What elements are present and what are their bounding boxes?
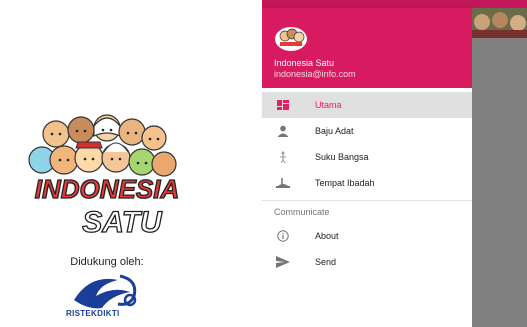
- menu-item-label: About: [315, 231, 339, 241]
- menu-item-suku-bangsa[interactable]: Suku Bangsa: [262, 144, 472, 170]
- avatar[interactable]: [274, 22, 308, 52]
- menu-item-label: Baju Adat: [315, 126, 354, 136]
- status-bar: [262, 0, 527, 8]
- drawer-menu: Utama Baju Adat Suku Bangsa Tempat Ibada…: [262, 88, 472, 275]
- profile-email: indonesia@info.com: [274, 69, 356, 79]
- navigation-drawer: Indonesia Satu indonesia@info.com Utama: [262, 8, 472, 327]
- menu-item-tempat-ibadah[interactable]: Tempat Ibadah: [262, 170, 472, 196]
- menu-item-baju-adat[interactable]: Baju Adat: [262, 118, 472, 144]
- person-icon: [276, 124, 290, 138]
- menu-item-send[interactable]: Send: [262, 249, 472, 275]
- content-scrim[interactable]: [472, 38, 527, 327]
- background-photo: [472, 8, 527, 38]
- menu-item-about[interactable]: About: [262, 223, 472, 249]
- menu-item-utama[interactable]: Utama: [262, 92, 472, 118]
- figure-icon: [276, 150, 290, 164]
- section-title: Communicate: [274, 207, 330, 217]
- info-icon: [276, 229, 290, 243]
- dashboard-icon: [276, 98, 290, 112]
- profile-name: Indonesia Satu: [274, 58, 335, 68]
- menu-item-label: Utama: [315, 100, 342, 110]
- sponsor-name: RISTEKDIKTI: [66, 309, 120, 318]
- menu-item-label: Send: [315, 257, 337, 267]
- supported-by-label: Didukung oleh:: [70, 256, 144, 268]
- splash-panel: INDONESIA SATU Didukung oleh: RISTEKDIKT…: [0, 0, 262, 327]
- logo-title-line1: INDONESIA: [35, 174, 179, 204]
- landmark-icon: [276, 176, 290, 190]
- drawer-header: Indonesia Satu indonesia@info.com: [262, 8, 472, 88]
- send-icon: [276, 255, 290, 269]
- logo-title-line2: SATU: [82, 206, 163, 239]
- menu-item-label: Suku Bangsa: [315, 152, 369, 162]
- indonesia-satu-logo: INDONESIA SATU: [28, 114, 180, 240]
- menu-item-label: Tempat Ibadah: [315, 178, 375, 188]
